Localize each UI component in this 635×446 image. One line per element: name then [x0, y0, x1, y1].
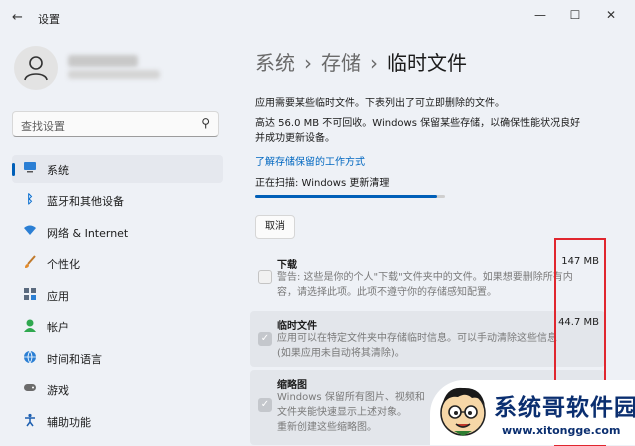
item-title: 下载 [277, 260, 297, 271]
breadcrumb-storage[interactable]: 存储 [321, 51, 361, 75]
sidebar-item-system[interactable]: 系统 [12, 155, 223, 183]
search-icon: ⚲ [201, 116, 210, 130]
sidebar-item-label: 时间和语言 [47, 353, 102, 366]
sidebar-item-label: 辅助功能 [47, 416, 91, 429]
sidebar-item-accounts[interactable]: 帐户 [12, 312, 223, 340]
avatar[interactable] [14, 46, 58, 90]
bluetooth-icon: ᛒ [26, 192, 34, 206]
account-icon [23, 318, 37, 332]
scan-progress-bar [255, 195, 445, 198]
item-desc-line1: 应用可以在特定文件夹中存储临时信息。可以手动清除这些信息 [277, 333, 557, 344]
wifi-icon [23, 224, 37, 238]
item-title: 缩略图 [277, 380, 307, 391]
sidebar-item-network[interactable]: 网络 & Internet [12, 218, 223, 246]
sidebar-item-apps[interactable]: 应用 [12, 281, 223, 309]
back-arrow-icon[interactable]: ← [12, 10, 23, 25]
sidebar-item-label: 应用 [47, 290, 69, 303]
maximize-button[interactable]: ☐ [565, 8, 585, 22]
search-placeholder: 查找设置 [21, 120, 65, 133]
sidebar-item-label: 游戏 [47, 384, 69, 397]
sidebar-item-label: 帐户 [47, 321, 69, 334]
accessibility-icon [23, 413, 37, 427]
sidebar-item-bluetooth[interactable]: ᛒ 蓝牙和其他设备 [12, 186, 223, 214]
reserved-text-line1: 高达 56.0 MB 不可回收。Windows 保留某些存储，以确保性能状况良好 [255, 118, 581, 129]
item-desc-line2: 容，请选择此项。此项不遵守你的存储感知配置。 [277, 287, 497, 298]
app-title: 设置 [38, 13, 60, 26]
sidebar-item-label: 系统 [47, 164, 69, 177]
user-email-blurred [68, 70, 160, 79]
storage-reserve-link[interactable]: 了解存储保留的工作方式 [255, 153, 365, 168]
apps-icon [23, 287, 37, 301]
sidebar-item-label: 个性化 [47, 258, 80, 271]
page-title: 临时文件 [387, 51, 467, 75]
scan-status: 正在扫描: Windows 更新清理 [255, 178, 390, 189]
item-desc-line1: 警告: 这些是你的个人"下载"文件夹中的文件。如果想要删除所有内 [277, 272, 573, 283]
watermark: 系统哥软件园 www.xitongge.com [430, 380, 635, 445]
search-input[interactable]: 查找设置 ⚲ [12, 111, 219, 137]
temp-files-checkbox[interactable]: ✓ [258, 332, 272, 346]
cartoon-face-logo [440, 387, 486, 436]
user-name-blurred [68, 55, 138, 67]
intro-text: 应用需要某些临时文件。下表列出了可立即删除的文件。 [255, 98, 505, 109]
list-item-downloads: 下载 147 MB 警告: 这些是你的个人"下载"文件夹中的文件。如果想要删除所… [250, 250, 605, 308]
sidebar-item-label: 蓝牙和其他设备 [47, 195, 124, 208]
breadcrumb-system[interactable]: 系统 [255, 51, 295, 75]
sidebar-item-personalization[interactable]: 个性化 [12, 249, 223, 277]
sidebar-item-label: 网络 & Internet [47, 227, 129, 240]
reserved-text-line2: 并成功更新设备。 [255, 133, 335, 144]
brush-icon [23, 255, 37, 269]
active-indicator [12, 163, 15, 176]
close-button[interactable]: ✕ [601, 8, 621, 22]
sidebar-item-time-language[interactable]: 时间和语言 [12, 344, 223, 372]
title-bar: ← 设置 — ☐ ✕ [0, 0, 635, 34]
monitor-icon [23, 161, 37, 175]
watermark-url: www.xitongge.com [502, 424, 621, 437]
person-icon [24, 56, 48, 81]
sidebar-item-accessibility[interactable]: 辅助功能 [12, 407, 223, 435]
watermark-title: 系统哥软件园 [494, 395, 635, 421]
scan-progress-fill [255, 195, 438, 198]
chevron-right-icon: › [304, 51, 312, 75]
breadcrumb: 系统 › 存储 › 临时文件 [255, 47, 467, 76]
item-desc-line2: (如果应用未自动将其清除)。 [277, 348, 405, 359]
minimize-button[interactable]: — [530, 8, 550, 22]
downloads-checkbox[interactable] [258, 270, 272, 284]
item-title: 临时文件 [277, 321, 317, 332]
game-icon [23, 381, 37, 395]
globe-icon [23, 350, 37, 364]
sidebar-item-gaming[interactable]: 游戏 [12, 375, 223, 403]
cancel-button[interactable]: 取消 [255, 215, 295, 239]
chevron-right-icon: › [370, 51, 378, 75]
list-item-temp-files: ✓ 临时文件 44.7 MB 应用可以在特定文件夹中存储临时信息。可以手动清除这… [250, 311, 605, 367]
thumbnails-checkbox[interactable]: ✓ [258, 398, 272, 412]
